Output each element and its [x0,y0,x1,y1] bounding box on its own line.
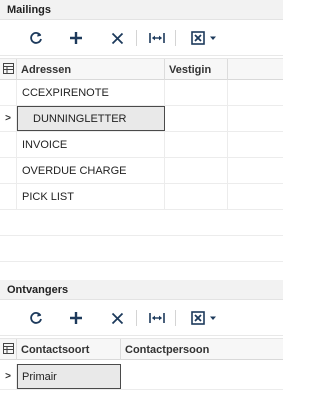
refresh-icon [30,32,42,44]
chevron-down-icon [210,36,216,40]
add-button[interactable] [66,28,86,48]
column-header-contactsoort[interactable]: Contactsoort [17,339,121,360]
cell-contactpersoon[interactable] [121,364,283,389]
ontvangers-grid-header: Contactsoort Contactpersoon [0,338,283,360]
column-header-label: Adressen [21,64,72,76]
refresh-icon [30,312,42,324]
row-indicator [0,132,17,157]
cell-adres[interactable]: PICK LIST [17,184,165,209]
mailings-toolbar [0,20,283,56]
ontvangers-section-title: Ontvangers [0,280,283,300]
mailings-section-title: Mailings [0,0,283,20]
add-icon [70,312,82,324]
ontvangers-title: Ontvangers [7,284,69,296]
fit-columns-button[interactable] [147,308,167,328]
cell-adres[interactable]: INVOICE [17,132,165,157]
table-row[interactable]: CCEXPIRENOTE [0,80,283,106]
row-indicator [0,184,17,209]
excel-export-button[interactable] [188,28,220,48]
column-header-contactpersoon[interactable]: Contactpersoon [121,339,283,360]
cell-adres[interactable]: OVERDUE CHARGE [17,158,165,183]
delete-button[interactable] [107,28,127,48]
chevron-down-icon [210,316,216,320]
column-header-label: Contactpersoon [125,344,210,356]
add-button[interactable] [66,308,86,328]
column-header-vestiging[interactable]: Vestigin [165,59,228,80]
delete-icon [111,32,123,44]
add-icon [70,32,82,44]
ontvangers-toolbar [0,300,283,336]
cell-vestiging[interactable] [165,132,228,157]
table-row[interactable]: OVERDUE CHARGE [0,158,283,184]
column-chooser-button[interactable] [0,59,17,80]
mailings-title: Mailings [7,4,52,16]
delete-button[interactable] [107,308,127,328]
toolbar-separator [136,310,137,326]
column-header-adressen[interactable]: Adressen [17,59,165,80]
fit-columns-button[interactable] [147,28,167,48]
cell-vestiging[interactable] [165,80,228,105]
column-chooser-icon [3,343,14,354]
cell-contactsoort[interactable]: Primair [17,364,121,389]
excel-export-icon [191,31,205,45]
fit-columns-icon [149,313,165,323]
column-header-label: Contactsoort [21,344,90,356]
table-row[interactable]: PICK LIST [0,184,283,210]
refresh-button[interactable] [26,28,46,48]
refresh-button[interactable] [26,308,46,328]
row-indicator [0,80,17,105]
table-row[interactable]: > Primair [0,364,283,390]
table-row[interactable]: > DUNNINGLETTER [0,106,283,132]
fit-columns-icon [149,33,165,43]
column-chooser-button[interactable] [0,339,17,360]
empty-row [0,210,283,236]
toolbar-separator [175,310,176,326]
row-indicator-arrow-icon: > [0,106,17,131]
cell-adres[interactable]: CCEXPIRENOTE [17,80,165,105]
toolbar-separator [175,30,176,46]
empty-row [0,236,283,262]
column-chooser-icon [3,63,14,74]
cell-adres[interactable]: DUNNINGLETTER [17,106,165,131]
column-header-label: Vestigin [169,64,212,76]
cell-vestiging[interactable] [165,106,228,131]
delete-icon [111,312,123,324]
row-indicator-arrow-icon: > [0,364,17,389]
cell-vestiging[interactable] [165,184,228,209]
row-indicator [0,158,17,183]
table-row[interactable]: INVOICE [0,132,283,158]
excel-export-button[interactable] [188,308,220,328]
toolbar-separator [136,30,137,46]
mailings-grid-header: Adressen Vestigin [0,58,283,80]
cell-vestiging[interactable] [165,158,228,183]
excel-export-icon [191,311,205,325]
